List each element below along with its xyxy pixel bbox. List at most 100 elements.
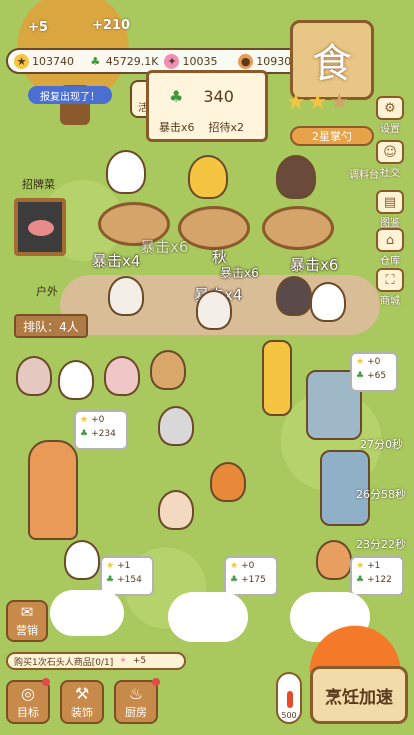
bubble-clover: +122 — [367, 574, 392, 585]
warehouse-label: 仓库 — [380, 256, 400, 267]
signature-dish-board[interactable] — [14, 198, 66, 256]
cookie-icon: ● — [238, 53, 254, 69]
bubble-clover: +175 — [241, 574, 266, 585]
fire-effect — [300, 616, 410, 672]
coin-resource[interactable]: ★ 103740 — [14, 53, 82, 69]
store-button[interactable]: ⛶ 商城 — [370, 268, 410, 307]
board-value: 340 — [203, 87, 234, 106]
customer-cat[interactable] — [276, 276, 312, 316]
warehouse-button[interactable]: ⌂ 仓库 — [370, 228, 410, 267]
cooking-timer: 23分22秒 — [356, 538, 406, 551]
book-icon: ▤ — [376, 190, 404, 214]
megaphone-icon: ✉ — [20, 603, 34, 621]
queue-sign[interactable]: 排队：4人 — [14, 314, 88, 338]
customer-girl[interactable] — [158, 490, 194, 530]
shop-sign[interactable]: 食 — [290, 20, 374, 100]
reward-bubble: ★ +1 ♣ +122 — [350, 556, 404, 596]
customer-cat[interactable] — [150, 350, 186, 390]
bubble-star: +1 — [367, 561, 381, 571]
settings-button[interactable]: ⚙ 设置 — [370, 96, 410, 135]
shop-sign-char: 食 — [312, 41, 352, 87]
star-icon: ★ — [329, 90, 350, 115]
spice-table-label: 调料台 — [349, 170, 379, 181]
clover-icon: ♣ — [356, 574, 365, 585]
food-display-stand[interactable] — [28, 440, 78, 540]
board-crit: 暴击x6 — [159, 121, 195, 134]
reward-bubble: ★ +0 ♣ +175 — [224, 556, 278, 596]
gear-icon: ⚙ — [376, 96, 404, 120]
customer-cat[interactable] — [316, 540, 352, 580]
clover-icon: ♣ — [106, 574, 115, 585]
clover-value: 45729.1K — [105, 54, 159, 68]
cloud-seat[interactable] — [50, 590, 124, 636]
people-icon: ☺ — [376, 140, 404, 164]
customer-bunny[interactable] — [16, 356, 52, 396]
bubble-clover: +154 — [117, 574, 142, 585]
collection-label: 图鉴 — [380, 218, 400, 229]
task-reward: +5 — [132, 656, 147, 666]
cook-speed-label: 烹饪加速 — [325, 687, 393, 708]
spice-table-button[interactable]: 调料台 — [344, 166, 384, 181]
customer-dog[interactable] — [58, 360, 94, 400]
heat-thermometer[interactable]: 500 — [276, 672, 302, 724]
hammer-icon: ⚒ — [74, 683, 90, 703]
notification-dot — [152, 678, 160, 686]
crit-popup: 暴击x6 — [140, 238, 189, 256]
goal-button[interactable]: ◎ 目标 — [6, 680, 50, 724]
star-icon: ★ — [106, 561, 115, 571]
star-rating: ★ ★ ★ — [286, 90, 349, 115]
bubble-star: +1 — [117, 561, 131, 571]
store-icon: ⛶ — [376, 268, 404, 292]
collection-button[interactable]: ▤ 图鉴 — [370, 190, 410, 229]
cookie-value: 10930 — [256, 54, 292, 68]
notification-dot — [42, 678, 50, 686]
alert-banner[interactable]: 报复出现了！ — [28, 86, 112, 104]
store-label: 商城 — [380, 296, 400, 307]
chef-character[interactable] — [276, 155, 316, 199]
board-wait: 招待x2 — [208, 121, 245, 134]
kitchen-button[interactable]: ♨ 厨房 — [114, 680, 158, 724]
cooking-table[interactable] — [262, 206, 334, 250]
outdoor-label: 户外 — [36, 285, 58, 298]
chef-character[interactable] — [106, 150, 146, 194]
cooking-timer: 26分58秒 — [356, 488, 406, 501]
star-coin-icon: ★ — [14, 53, 29, 69]
candy-resource[interactable]: ✦ 10035 — [164, 53, 232, 69]
customer-cat[interactable] — [108, 276, 144, 316]
customer-cat[interactable] — [158, 406, 194, 446]
star-chef-character[interactable] — [188, 155, 228, 199]
candy-icon: ✦ — [164, 53, 180, 69]
reward-bubble: ★ +1 ♣ +154 — [100, 556, 154, 596]
coin-value: 103740 — [32, 54, 74, 68]
reward-bubble: ★ +0 ♣ +65 — [350, 352, 398, 392]
clover-resource[interactable]: ♣ 45729.1K — [88, 54, 159, 69]
star-icon: ★ — [307, 90, 328, 115]
bubble-star: +0 — [241, 561, 255, 571]
candy-icon: ✦ — [119, 656, 127, 666]
customer-pig[interactable] — [104, 356, 140, 396]
marketing-label: 营销 — [16, 624, 38, 637]
marketing-button[interactable]: ✉ 营销 — [6, 600, 48, 642]
clover-icon: ♣ — [169, 87, 184, 106]
customer-bunny[interactable] — [64, 540, 100, 580]
queue-text: 排队：4人 — [23, 319, 79, 334]
decorate-button[interactable]: ⚒ 装饰 — [60, 680, 104, 724]
bubble-star: +0 — [367, 357, 381, 367]
star-icon: ★ — [356, 561, 365, 571]
float-plus-1: +5 — [28, 20, 48, 35]
goal-label: 目标 — [17, 706, 39, 719]
crit-popup: 暴击x6 — [220, 266, 259, 280]
rank-badge[interactable]: 2星掌勺 — [290, 126, 374, 146]
cook-speed-button[interactable]: 烹饪加速 — [310, 666, 408, 724]
signature-dish-label: 招牌菜 — [22, 178, 55, 191]
customer-cat[interactable] — [196, 290, 232, 330]
decorate-label: 装饰 — [71, 706, 93, 719]
star-icon: ★ — [230, 561, 239, 571]
cooking-table[interactable] — [178, 206, 250, 250]
customer-dog[interactable] — [310, 282, 346, 322]
cloud-seat[interactable] — [168, 592, 248, 642]
bubble-clover: +65 — [367, 370, 387, 381]
settings-label: 设置 — [380, 124, 400, 135]
task-strip[interactable]: 购买1次石头人商品[0/1] ✦ +5 — [6, 652, 186, 670]
customer-cat[interactable] — [210, 462, 246, 502]
